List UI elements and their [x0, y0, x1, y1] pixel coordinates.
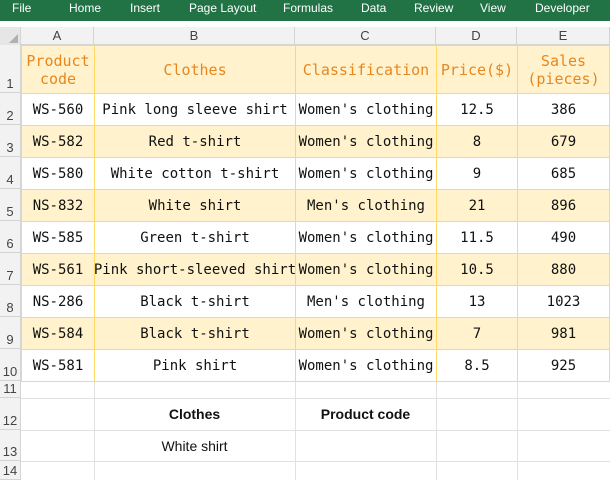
- cell-product-code[interactable]: WS-561: [21, 253, 95, 286]
- cell-product-code[interactable]: WS-581: [21, 349, 95, 382]
- row-header-14[interactable]: 14: [0, 461, 21, 480]
- header-line: Classification: [302, 60, 430, 79]
- cell-clothes[interactable]: Red t-shirt: [94, 125, 296, 158]
- header-line: code: [39, 69, 77, 88]
- row-header-9[interactable]: 9: [0, 317, 21, 349]
- cell-classification[interactable]: Women's clothing: [295, 349, 437, 382]
- cell-price[interactable]: 13: [436, 285, 518, 318]
- lookup-code-label[interactable]: Product code: [295, 398, 436, 430]
- cell-product-code[interactable]: NS-832: [21, 189, 95, 222]
- menu-data[interactable]: Data: [361, 0, 386, 21]
- cell-clothes[interactable]: Black t-shirt: [94, 285, 296, 318]
- cell-price[interactable]: 11.5: [436, 221, 518, 254]
- cell-sales[interactable]: 1023: [517, 285, 610, 318]
- cell-sales[interactable]: 925: [517, 349, 610, 382]
- menu-developer[interactable]: Developer: [535, 0, 590, 21]
- row-header-1[interactable]: 1: [0, 45, 21, 93]
- column-header-a[interactable]: A: [21, 27, 94, 45]
- select-all-triangle-icon: [9, 34, 18, 43]
- select-all-corner[interactable]: [0, 27, 21, 45]
- cell-price[interactable]: 9: [436, 157, 518, 190]
- cell-sales[interactable]: 679: [517, 125, 610, 158]
- cell-clothes[interactable]: Pink short-sleeved shirt: [94, 253, 296, 286]
- cell-price[interactable]: 10.5: [436, 253, 518, 286]
- cell-clothes[interactable]: White cotton t-shirt: [94, 157, 296, 190]
- cell-sales[interactable]: 896: [517, 189, 610, 222]
- row-header-3[interactable]: 3: [0, 125, 21, 157]
- header-line: Clothes: [163, 60, 227, 79]
- row-header-6[interactable]: 6: [0, 221, 21, 253]
- header-cell-price[interactable]: Price($): [436, 45, 518, 94]
- header-cell-sales[interactable]: Sales (pieces): [517, 45, 610, 94]
- menu-home[interactable]: Home: [69, 0, 101, 21]
- ribbon-menu-bar: File Home Insert Page Layout Formulas Da…: [0, 0, 610, 21]
- row-header-8[interactable]: 8: [0, 285, 21, 317]
- header-line: Price($): [440, 60, 514, 79]
- header-line: Product: [26, 51, 90, 70]
- lookup-code-value[interactable]: [295, 430, 436, 461]
- cell-classification[interactable]: Men's clothing: [295, 189, 437, 222]
- cell-classification[interactable]: Women's clothing: [295, 157, 437, 190]
- menu-review[interactable]: Review: [414, 0, 453, 21]
- cell-clothes[interactable]: Pink shirt: [94, 349, 296, 382]
- row-header-7[interactable]: 7: [0, 253, 21, 285]
- column-header-c[interactable]: C: [295, 27, 436, 45]
- row-header-12[interactable]: 12: [0, 398, 21, 430]
- lookup-clothes-label[interactable]: Clothes: [94, 398, 295, 430]
- row-header-11[interactable]: 11: [0, 381, 21, 398]
- gridline: [21, 461, 610, 462]
- row-header-4[interactable]: 4: [0, 157, 21, 189]
- column-header-e[interactable]: E: [517, 27, 610, 45]
- row-header-2[interactable]: 2: [0, 93, 21, 125]
- cell-clothes[interactable]: Pink long sleeve shirt: [94, 93, 296, 126]
- cell-classification[interactable]: Women's clothing: [295, 125, 437, 158]
- cell-sales[interactable]: 386: [517, 93, 610, 126]
- cell-classification[interactable]: Men's clothing: [295, 285, 437, 318]
- cell-price[interactable]: 21: [436, 189, 518, 222]
- cell-price[interactable]: 8.5: [436, 349, 518, 382]
- lookup-clothes-value[interactable]: White shirt: [94, 430, 295, 461]
- row-header-13[interactable]: 13: [0, 430, 21, 461]
- cell-product-code[interactable]: NS-286: [21, 285, 95, 318]
- cell-classification[interactable]: Women's clothing: [295, 253, 437, 286]
- cell-price[interactable]: 8: [436, 125, 518, 158]
- column-header-b[interactable]: B: [94, 27, 295, 45]
- cell-product-code[interactable]: WS-584: [21, 317, 95, 350]
- row-header-5[interactable]: 5: [0, 189, 21, 221]
- menu-insert[interactable]: Insert: [130, 0, 160, 21]
- cell-sales[interactable]: 880: [517, 253, 610, 286]
- row-header-10[interactable]: 10: [0, 349, 21, 381]
- column-header-bar: A B C D E: [0, 27, 610, 45]
- cell-clothes[interactable]: White shirt: [94, 189, 296, 222]
- cell-sales[interactable]: 490: [517, 221, 610, 254]
- cell-clothes[interactable]: Green t-shirt: [94, 221, 296, 254]
- cell-product-code[interactable]: WS-585: [21, 221, 95, 254]
- cell-product-code[interactable]: WS-582: [21, 125, 95, 158]
- cell-product-code[interactable]: WS-560: [21, 93, 95, 126]
- cell-price[interactable]: 12.5: [436, 93, 518, 126]
- header-cell-product-code[interactable]: Product code: [21, 45, 95, 94]
- cell-sales[interactable]: 981: [517, 317, 610, 350]
- menu-formulas[interactable]: Formulas: [283, 0, 333, 21]
- cell-classification[interactable]: Women's clothing: [295, 221, 437, 254]
- header-line: (pieces): [527, 69, 600, 88]
- header-line: Sales: [540, 51, 587, 70]
- cell-clothes[interactable]: Black t-shirt: [94, 317, 296, 350]
- header-cell-clothes[interactable]: Clothes: [94, 45, 296, 94]
- menu-file[interactable]: File: [12, 0, 31, 21]
- cell-sales[interactable]: 685: [517, 157, 610, 190]
- header-cell-classification[interactable]: Classification: [295, 45, 437, 94]
- menu-view[interactable]: View: [480, 0, 506, 21]
- cell-classification[interactable]: Women's clothing: [295, 93, 437, 126]
- cell-price[interactable]: 7: [436, 317, 518, 350]
- column-header-d[interactable]: D: [436, 27, 517, 45]
- cell-classification[interactable]: Women's clothing: [295, 317, 437, 350]
- menu-page-layout[interactable]: Page Layout: [189, 0, 256, 21]
- cell-product-code[interactable]: WS-580: [21, 157, 95, 190]
